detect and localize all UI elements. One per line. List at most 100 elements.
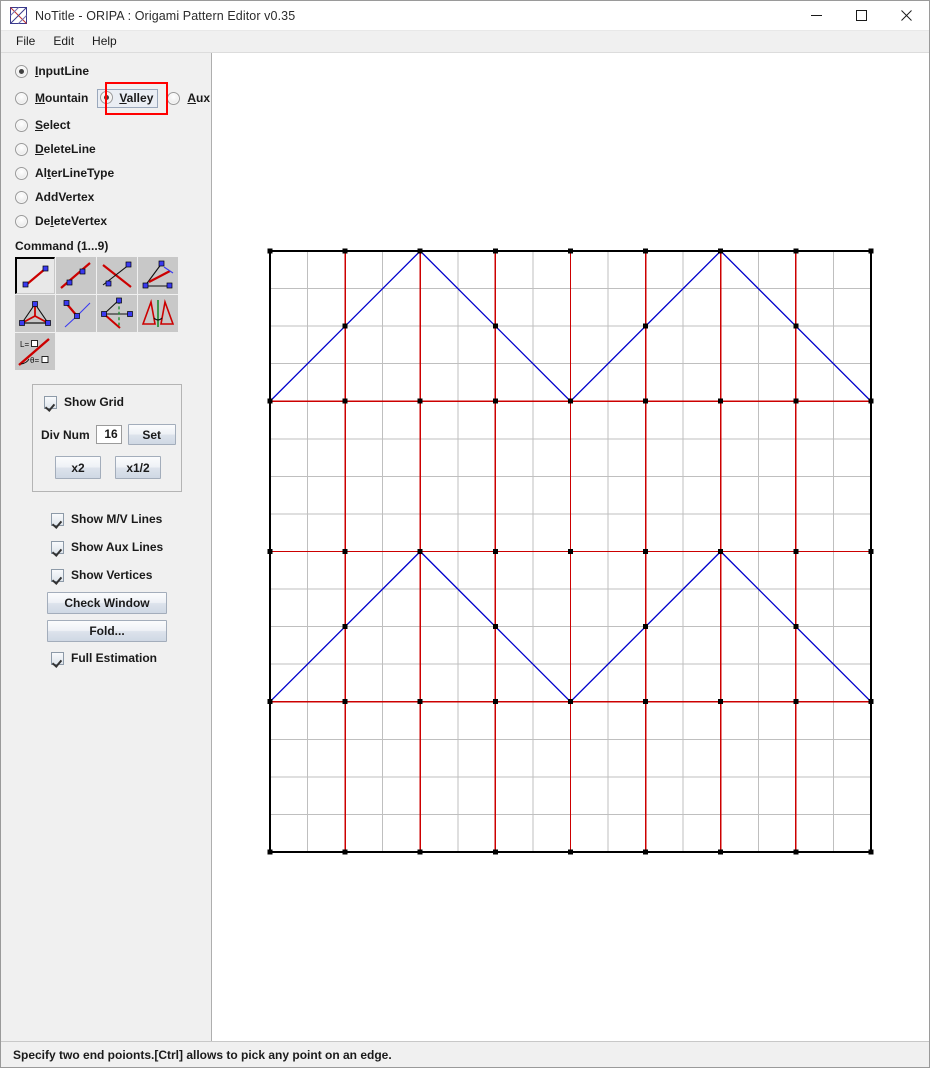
radio-delete-vertex-label: DeleteVertex [35,214,108,228]
grid-x2-button[interactable]: x2 [55,456,101,479]
minimize-button[interactable] [794,1,839,31]
symmetric-line-icon [63,300,91,328]
vertex [267,849,273,855]
checkbox-show-mv-lines[interactable] [51,512,64,526]
vertex [793,323,799,329]
cmd-triangle-insert-button[interactable] [15,295,55,332]
line-to-line-axiom-icon [102,261,132,288]
vertex [417,248,423,254]
div-num-input[interactable]: 16 [95,425,122,444]
vertex [267,398,273,404]
vertex [492,624,498,630]
radio-delete-vertex[interactable] [15,214,28,228]
close-icon [901,10,912,21]
crease-pattern-svg [267,248,874,855]
vertex [342,248,348,254]
vertex [492,398,498,404]
vertex [567,398,573,404]
radio-add-vertex[interactable] [15,190,28,204]
command-group-label: Command (1...9) [15,239,109,253]
vertex [567,849,573,855]
cmd-two-points-button[interactable] [15,257,55,294]
window-title: NoTitle - ORIPA : Origami Pattern Editor… [35,8,296,23]
application-window: NoTitle - ORIPA : Origami Pattern Editor… [0,0,930,1068]
vertex [643,699,649,705]
vertex [868,248,874,254]
vertex [417,849,423,855]
sidebar-item-input-line[interactable]: InputLine [15,59,211,83]
sidebar-item-delete-vertex[interactable]: DeleteVertex [15,209,211,233]
menu-edit[interactable]: Edit [44,32,83,51]
menu-file[interactable]: File [7,32,44,51]
display-options: Show M/V Lines Show Aux Lines Show Verti… [1,505,211,589]
radio-mountain[interactable] [15,91,28,105]
vertex [718,849,724,855]
svg-text:L=: L= [20,340,29,349]
command-button-grid: L= θ= [15,257,183,370]
vertex [718,248,724,254]
window-controls [794,1,929,31]
close-button[interactable] [884,1,929,31]
checkbox-show-vertices-row[interactable]: Show Vertices [51,561,211,589]
grid-settings-panel: Show Grid Div Num 16 Set x2 x1/2 [32,384,182,492]
vertex [567,699,573,705]
vertex [417,699,423,705]
checkbox-show-grid[interactable] [44,395,57,409]
main-content: InputLine Mountain Valley Aux Select Del… [1,53,929,1041]
radio-aux[interactable] [167,91,181,105]
radio-alter-line-type-label: AlterLineType [35,166,115,180]
vertex [643,398,649,404]
sidebar-item-delete-line[interactable]: DeleteLine [15,137,211,161]
vertex [793,398,799,404]
maximize-button[interactable] [839,1,884,31]
sidebar-item-alter-line-type[interactable]: AlterLineType [15,161,211,185]
radio-alter-line-type[interactable] [15,166,28,180]
vertex [492,849,498,855]
status-message: Specify two end poionts.[Ctrl] allows to… [13,1047,392,1062]
radio-select-label: Select [35,118,71,132]
vertex [417,548,423,554]
vertex [718,548,724,554]
vertex [868,398,874,404]
grid-xhalf-button[interactable]: x1/2 [115,456,161,479]
cmd-by-value-button[interactable] [138,295,178,332]
origami-pattern-icon [10,7,27,24]
set-button[interactable]: Set [127,424,176,445]
checkbox-show-mv-lines-row[interactable]: Show M/V Lines [51,505,211,533]
sidebar-item-select[interactable]: Select [15,113,211,137]
radio-input-line[interactable] [15,64,28,78]
check-window-button[interactable]: Check Window [47,592,167,614]
checkbox-show-aux-lines-row[interactable]: Show Aux Lines [51,533,211,561]
checkbox-show-grid-label: Show Grid [64,395,124,409]
vertex [868,849,874,855]
radio-select[interactable] [15,118,28,132]
checkbox-show-aux-lines[interactable] [51,540,64,554]
cmd-angle-bisector-button[interactable] [138,257,178,294]
checkbox-full-estimation[interactable] [51,651,64,665]
menu-help[interactable]: Help [83,32,126,51]
radio-valley-label: Valley [119,90,154,105]
sidebar-item-add-vertex[interactable]: AddVertex [15,185,211,209]
vertex [567,248,573,254]
radio-delete-line[interactable] [15,142,28,156]
radio-input-line-label: InputLine [35,64,89,78]
vertex [643,548,649,554]
by-value-icon [141,298,175,327]
fold-button[interactable]: Fold... [47,620,167,642]
line-segment-icon [60,262,91,289]
radio-valley[interactable] [100,91,114,104]
checkbox-show-vertices[interactable] [51,568,64,582]
vertex [643,624,649,630]
checkbox-full-estimation-row[interactable]: Full Estimation [51,651,211,665]
cmd-line-to-line-axiom-button[interactable] [97,257,137,294]
vertex [718,699,724,705]
cmd-mirror-copy-button[interactable] [97,295,137,332]
radio-valley-wrapper[interactable]: Valley [97,88,159,108]
cmd-line-segment-button[interactable] [56,257,96,294]
line-type-group: Mountain Valley Aux [15,82,211,115]
cmd-length-angle-button[interactable]: L= θ= [15,333,55,370]
crease-pattern-canvas[interactable] [212,53,929,1041]
menu-bar: File Edit Help [1,31,929,53]
cmd-symmetric-line-button[interactable] [56,295,96,332]
checkbox-show-grid-row[interactable]: Show Grid [44,395,181,409]
